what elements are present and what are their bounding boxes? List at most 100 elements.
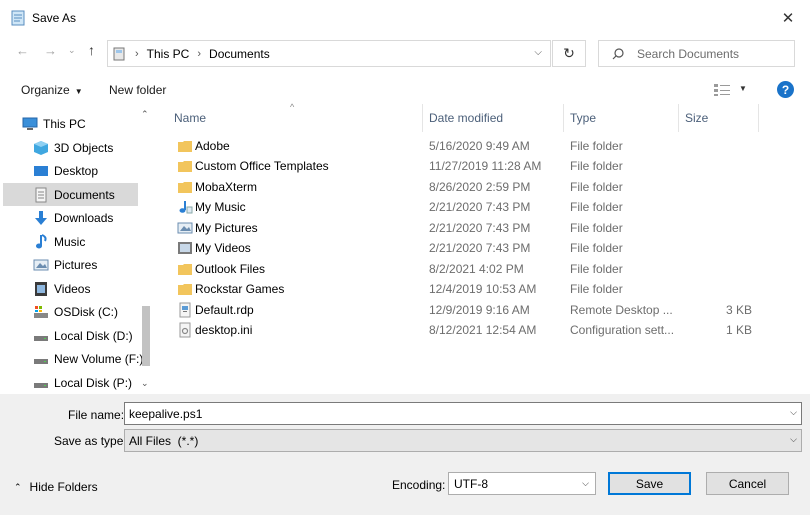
file-row[interactable]: My Pictures 2/21/2020 7:43 PM File folde… — [168, 218, 798, 238]
sidebar-item-label: Local Disk (D:) — [54, 328, 133, 343]
videos-folder-icon — [178, 242, 192, 254]
forward-arrow-icon[interactable]: → — [44, 43, 57, 58]
file-size: 3 KB — [725, 303, 752, 317]
file-name-input[interactable]: keepalive.ps1 ⌵ — [124, 402, 802, 425]
file-type: File folder — [570, 221, 623, 235]
file-type: File folder — [570, 262, 623, 276]
file-row[interactable]: desktop.ini 8/12/2021 12:54 AM Configura… — [168, 320, 798, 340]
file-date: 12/9/2019 9:16 AM — [429, 303, 530, 317]
cancel-button[interactable]: Cancel — [706, 472, 789, 495]
sidebar-item-documents[interactable]: Documents — [3, 183, 138, 206]
file-size: 1 KB — [725, 323, 752, 337]
save-as-type-select[interactable]: All Files (*.*) ⌵ — [124, 429, 802, 452]
help-label: ? — [781, 82, 790, 97]
navigation-scrollbar[interactable]: ⌃ ⌄ — [138, 106, 155, 394]
file-row[interactable]: Custom Office Templates 11/27/2019 11:28… — [168, 156, 798, 176]
hide-folders-button[interactable]: ⌃ Hide Folders — [14, 480, 98, 494]
3d-objects-icon — [34, 140, 48, 155]
new-folder-button[interactable]: New folder — [109, 83, 166, 97]
scroll-up-icon[interactable]: ⌃ — [141, 109, 149, 120]
help-icon[interactable]: ? — [777, 81, 794, 98]
column-header-type[interactable]: Type — [564, 104, 679, 132]
encoding-select[interactable]: UTF-8 ⌵ — [448, 472, 596, 495]
file-type: File folder — [570, 241, 623, 255]
chevron-down-icon[interactable]: ⌵ — [534, 47, 542, 58]
file-name: Outlook Files — [195, 262, 266, 276]
file-row[interactable]: MobaXterm 8/26/2020 2:59 PM File folder — [168, 177, 798, 197]
close-button[interactable]: ✕ — [766, 0, 810, 36]
file-name: Rockstar Games — [195, 282, 285, 296]
music-icon — [36, 233, 47, 248]
folder-icon — [178, 284, 192, 295]
save-button[interactable]: Save — [608, 472, 691, 495]
file-row[interactable]: Default.rdp 12/9/2019 9:16 AM Remote Des… — [168, 300, 798, 320]
back-arrow-icon[interactable]: ← — [16, 43, 29, 58]
breadcrumb-documents[interactable]: Documents — [209, 47, 270, 61]
file-row[interactable]: My Videos 2/21/2020 7:43 PM File folder — [168, 238, 798, 258]
sidebar-item-label: New Volume (F:) — [54, 351, 144, 366]
view-options-icon[interactable] — [713, 83, 731, 97]
save-label: Save — [635, 476, 664, 491]
drive-icon — [34, 335, 48, 341]
documents-icon — [35, 187, 47, 202]
save-as-type-label: Save as type: — [54, 434, 127, 448]
column-header-label: Name — [174, 111, 207, 125]
pictures-icon — [33, 259, 49, 270]
column-header-date[interactable]: Date modified — [423, 104, 564, 132]
drive-icon — [34, 382, 48, 388]
sort-ascending-icon: ^ — [290, 102, 295, 112]
encoding-value: UTF-8 — [454, 476, 488, 491]
address-bar[interactable]: › This PC › Documents ⌵ — [107, 40, 551, 67]
sidebar-item-label: Videos — [54, 281, 91, 296]
encoding-label: Encoding: — [392, 478, 446, 492]
chevron-down-icon[interactable]: ⌵ — [790, 434, 797, 445]
breadcrumb-this-pc[interactable]: This PC — [147, 47, 190, 61]
file-list: Name ^ Date modified Type Size Adobe 5/1… — [168, 102, 798, 394]
sidebar-item-label: 3D Objects — [54, 140, 114, 155]
file-row[interactable]: Rockstar Games 12/4/2019 10:53 AM File f… — [168, 279, 798, 299]
file-type: File folder — [570, 159, 623, 173]
breadcrumb-separator-icon: › — [197, 47, 202, 60]
file-type: File folder — [570, 180, 623, 194]
file-name: My Music — [195, 200, 246, 214]
chevron-down-icon[interactable]: ⌵ — [582, 478, 589, 489]
file-name: MobaXterm — [195, 180, 258, 194]
up-arrow-icon[interactable]: ↑ — [88, 42, 95, 58]
recent-locations-chevron-icon[interactable]: ⌄ — [68, 45, 76, 56]
window-title: Save As — [32, 11, 77, 25]
scrollbar-thumb[interactable] — [142, 306, 150, 366]
refresh-button[interactable]: ↻ — [552, 40, 586, 67]
file-type: File folder — [570, 282, 623, 296]
column-header-size[interactable]: Size — [679, 104, 759, 132]
cancel-label: Cancel — [728, 476, 767, 491]
file-date: 2/21/2020 7:43 PM — [429, 200, 531, 214]
caret-down-icon[interactable]: ▼ — [739, 84, 747, 93]
file-date: 12/4/2019 10:53 AM — [429, 282, 537, 296]
chevron-down-icon[interactable]: ⌵ — [790, 407, 797, 418]
folder-icon — [178, 161, 192, 172]
new-folder-label: New folder — [109, 83, 167, 97]
file-row[interactable]: My Music 2/21/2020 7:43 PM File folder — [168, 197, 798, 217]
ini-file-icon — [179, 322, 191, 338]
search-box[interactable]: Search Documents — [598, 40, 795, 67]
scroll-down-icon[interactable]: ⌄ — [141, 378, 149, 389]
file-date: 8/12/2021 12:54 AM — [429, 323, 537, 337]
drive-icon — [34, 358, 48, 364]
file-date: 8/26/2020 2:59 PM — [429, 180, 531, 194]
column-header-label: Size — [685, 111, 709, 125]
file-row[interactable]: Outlook Files 8/2/2021 4:02 PM File fold… — [168, 259, 798, 279]
sidebar-item-label: Music — [54, 234, 86, 249]
file-row[interactable]: Adobe 5/16/2020 9:49 AM File folder — [168, 136, 798, 156]
navigation-pane: This PC 3D Objects Desktop Documents Dow… — [0, 106, 160, 394]
sidebar-item-this-pc[interactable]: This PC — [22, 112, 157, 135]
organize-label: Organize — [21, 83, 70, 97]
folder-icon — [178, 264, 192, 275]
file-name: Default.rdp — [195, 303, 254, 317]
search-placeholder: Search Documents — [637, 46, 740, 61]
file-date: 11/27/2019 11:28 AM — [429, 159, 542, 173]
desktop-icon — [34, 165, 48, 176]
sidebar-item-label: Downloads — [54, 210, 114, 225]
caret-down-icon: ▼ — [74, 87, 83, 96]
organize-button[interactable]: Organize ▼ — [21, 83, 83, 97]
column-header-name[interactable]: Name ^ — [168, 102, 423, 132]
